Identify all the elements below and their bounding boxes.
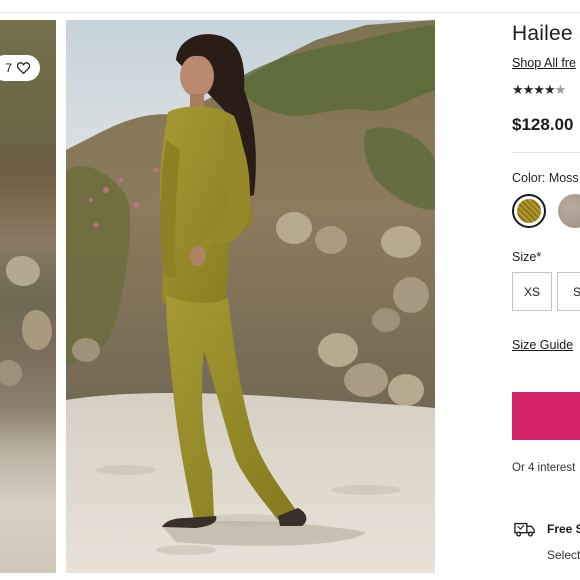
product-photo-illustration <box>66 20 435 573</box>
color-label: Color: Moss <box>512 171 579 185</box>
gallery-rock <box>6 256 40 286</box>
gallery-image-previous[interactable]: 7 <box>0 20 56 573</box>
size-option-s[interactable]: S <box>557 272 580 311</box>
header-divider <box>0 12 580 13</box>
favorite-button[interactable]: 7 <box>0 55 40 81</box>
rating-star-partial: ★ <box>554 82 567 97</box>
product-info-panel: Hailee S Shop All fre ★★★★★ $128.00 Colo… <box>512 0 580 580</box>
product-title: Hailee S <box>512 22 580 45</box>
color-swatch-grey[interactable] <box>558 194 580 228</box>
swatch-texture <box>517 199 541 223</box>
product-photo-main[interactable] <box>66 20 435 573</box>
size-option-xs[interactable]: XS <box>512 272 552 311</box>
free-shipping-title: Free S <box>547 522 580 536</box>
truck-icon <box>514 522 535 537</box>
size-guide-link[interactable]: Size Guide <box>512 338 573 352</box>
gallery-rock <box>22 310 52 350</box>
color-swatch-moss[interactable] <box>512 194 546 228</box>
shop-all-link[interactable]: Shop All fre <box>512 56 576 70</box>
favorite-count: 7 <box>5 61 12 75</box>
add-to-bag-button[interactable] <box>512 392 580 440</box>
gallery-rock <box>0 360 22 386</box>
heart-outline-icon <box>17 62 30 74</box>
rating-stars-filled: ★★★★ <box>512 82 556 97</box>
rating-stars[interactable]: ★★★★★ <box>512 82 567 98</box>
installment-text: Or 4 interest <box>512 462 576 474</box>
free-shipping-subtitle: Select <box>547 548 580 562</box>
product-price: $128.00 <box>512 115 574 134</box>
price-divider <box>512 152 580 153</box>
size-label: Size* <box>512 250 542 264</box>
